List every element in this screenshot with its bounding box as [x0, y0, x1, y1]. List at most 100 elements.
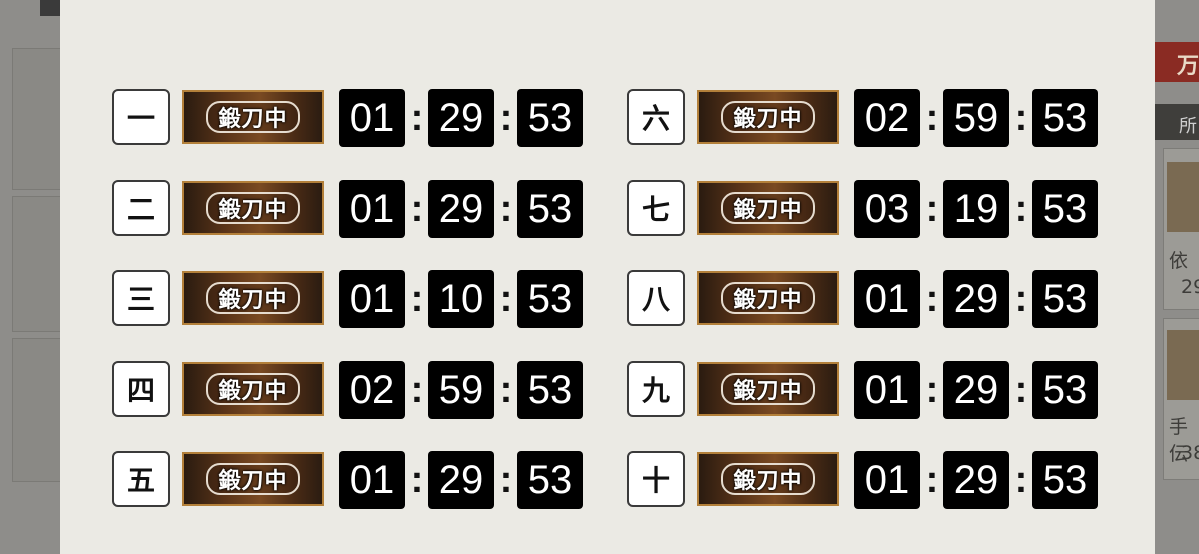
forge-slot-8[interactable]: 八 鍛刀中 01 : 29 : 53 [627, 270, 1099, 330]
forge-slot-2[interactable]: 二 鍛刀中 01 : 29 : 53 [112, 180, 584, 240]
forging-status-banner: 鍛刀中 [182, 271, 324, 325]
timer-minutes: 59 [428, 361, 494, 419]
timer-hours: 01 [339, 451, 405, 509]
timer-colon: : [410, 96, 424, 139]
timer-hours: 02 [339, 361, 405, 419]
timer-colon: : [410, 458, 424, 501]
forging-status-label: 鍛刀中 [721, 192, 815, 224]
timer-colon: : [925, 187, 939, 230]
slot-number: 九 [627, 361, 685, 417]
timer-seconds: 53 [1032, 361, 1098, 419]
timer-seconds: 53 [1032, 180, 1098, 238]
timer-seconds: 53 [517, 451, 583, 509]
timer-seconds: 53 [517, 180, 583, 238]
forge-slot-5[interactable]: 五 鍛刀中 01 : 29 : 53 [112, 451, 584, 511]
background-tile [12, 48, 62, 190]
background-card-name: 依 [1169, 250, 1189, 272]
timer-minutes: 29 [428, 180, 494, 238]
timer-hours: 01 [339, 180, 405, 238]
timer-minutes: 29 [428, 89, 494, 147]
forging-status-banner: 鍛刀中 [697, 90, 839, 144]
forging-status-label: 鍛刀中 [206, 192, 300, 224]
forging-status-label: 鍛刀中 [206, 373, 300, 405]
timer-hours: 01 [854, 361, 920, 419]
timer-colon: : [410, 277, 424, 320]
background-top-button [40, 0, 60, 16]
forge-slot-4[interactable]: 四 鍛刀中 02 : 59 : 53 [112, 361, 584, 421]
slot-number: 四 [112, 361, 170, 417]
timer-colon: : [1014, 368, 1028, 411]
timer-seconds: 53 [1032, 89, 1098, 147]
timer-colon: : [925, 96, 939, 139]
timer-seconds: 53 [1032, 451, 1098, 509]
slot-number: 三 [112, 270, 170, 326]
forging-status-banner: 鍛刀中 [697, 362, 839, 416]
timer-colon: : [499, 277, 513, 320]
background-tile [12, 338, 62, 482]
timer-colon: : [1014, 458, 1028, 501]
forging-status-banner: 鍛刀中 [697, 452, 839, 506]
timer-colon: : [499, 187, 513, 230]
forge-slot-3[interactable]: 三 鍛刀中 01 : 10 : 53 [112, 270, 584, 330]
forging-status-label: 鍛刀中 [206, 463, 300, 495]
background-right-panel: 万 所 依 29 手伝 38 [1155, 0, 1199, 554]
timer-hours: 03 [854, 180, 920, 238]
timer-hours: 01 [854, 451, 920, 509]
timer-minutes: 29 [943, 451, 1009, 509]
background-tile [12, 196, 62, 332]
slot-number: 十 [627, 451, 685, 507]
slot-number: 七 [627, 180, 685, 236]
timer-seconds: 53 [517, 89, 583, 147]
timer-seconds: 53 [1032, 270, 1098, 328]
timer-colon: : [925, 458, 939, 501]
slot-number: 八 [627, 270, 685, 326]
slot-number: 五 [112, 451, 170, 507]
forge-status-panel: 一 鍛刀中 01 : 29 : 53 二 鍛刀中 01 : 29 : 53 三 … [60, 0, 1155, 554]
background-card-count: 29 [1181, 276, 1199, 298]
slot-number: 六 [627, 89, 685, 145]
timer-minutes: 29 [428, 451, 494, 509]
timer-colon: : [499, 368, 513, 411]
forging-status-banner: 鍛刀中 [182, 362, 324, 416]
background-card-image [1167, 162, 1199, 232]
timer-colon: : [410, 187, 424, 230]
forging-status-label: 鍛刀中 [721, 101, 815, 133]
background-card-count: 38 [1181, 442, 1199, 464]
timer-minutes: 59 [943, 89, 1009, 147]
background-header-bar: 所 [1155, 104, 1199, 140]
timer-colon: : [1014, 96, 1028, 139]
forging-status-label: 鍛刀中 [206, 282, 300, 314]
timer-minutes: 29 [943, 270, 1009, 328]
forging-status-banner: 鍛刀中 [182, 452, 324, 506]
forge-slot-6[interactable]: 六 鍛刀中 02 : 59 : 53 [627, 89, 1099, 149]
timer-minutes: 19 [943, 180, 1009, 238]
background-card-image [1167, 330, 1199, 400]
forge-slot-10[interactable]: 十 鍛刀中 01 : 29 : 53 [627, 451, 1099, 511]
timer-colon: : [1014, 187, 1028, 230]
forging-status-label: 鍛刀中 [721, 282, 815, 314]
slot-number: 二 [112, 180, 170, 236]
forging-status-banner: 鍛刀中 [182, 90, 324, 144]
forge-slot-1[interactable]: 一 鍛刀中 01 : 29 : 53 [112, 89, 584, 149]
slot-number: 一 [112, 89, 170, 145]
timer-seconds: 53 [517, 361, 583, 419]
timer-seconds: 53 [517, 270, 583, 328]
timer-colon: : [410, 368, 424, 411]
forging-status-label: 鍛刀中 [721, 373, 815, 405]
forge-slot-7[interactable]: 七 鍛刀中 03 : 19 : 53 [627, 180, 1099, 240]
timer-hours: 01 [339, 89, 405, 147]
timer-hours: 02 [854, 89, 920, 147]
timer-minutes: 10 [428, 270, 494, 328]
forge-slot-9[interactable]: 九 鍛刀中 01 : 29 : 53 [627, 361, 1099, 421]
forging-status-banner: 鍛刀中 [697, 181, 839, 235]
timer-minutes: 29 [943, 361, 1009, 419]
forging-status-banner: 鍛刀中 [697, 271, 839, 325]
timer-hours: 01 [339, 270, 405, 328]
background-red-tab: 万 [1155, 42, 1199, 82]
forging-status-label: 鍛刀中 [206, 101, 300, 133]
forging-status-banner: 鍛刀中 [182, 181, 324, 235]
timer-colon: : [925, 368, 939, 411]
background-left-panel [0, 0, 62, 554]
timer-hours: 01 [854, 270, 920, 328]
timer-colon: : [499, 458, 513, 501]
